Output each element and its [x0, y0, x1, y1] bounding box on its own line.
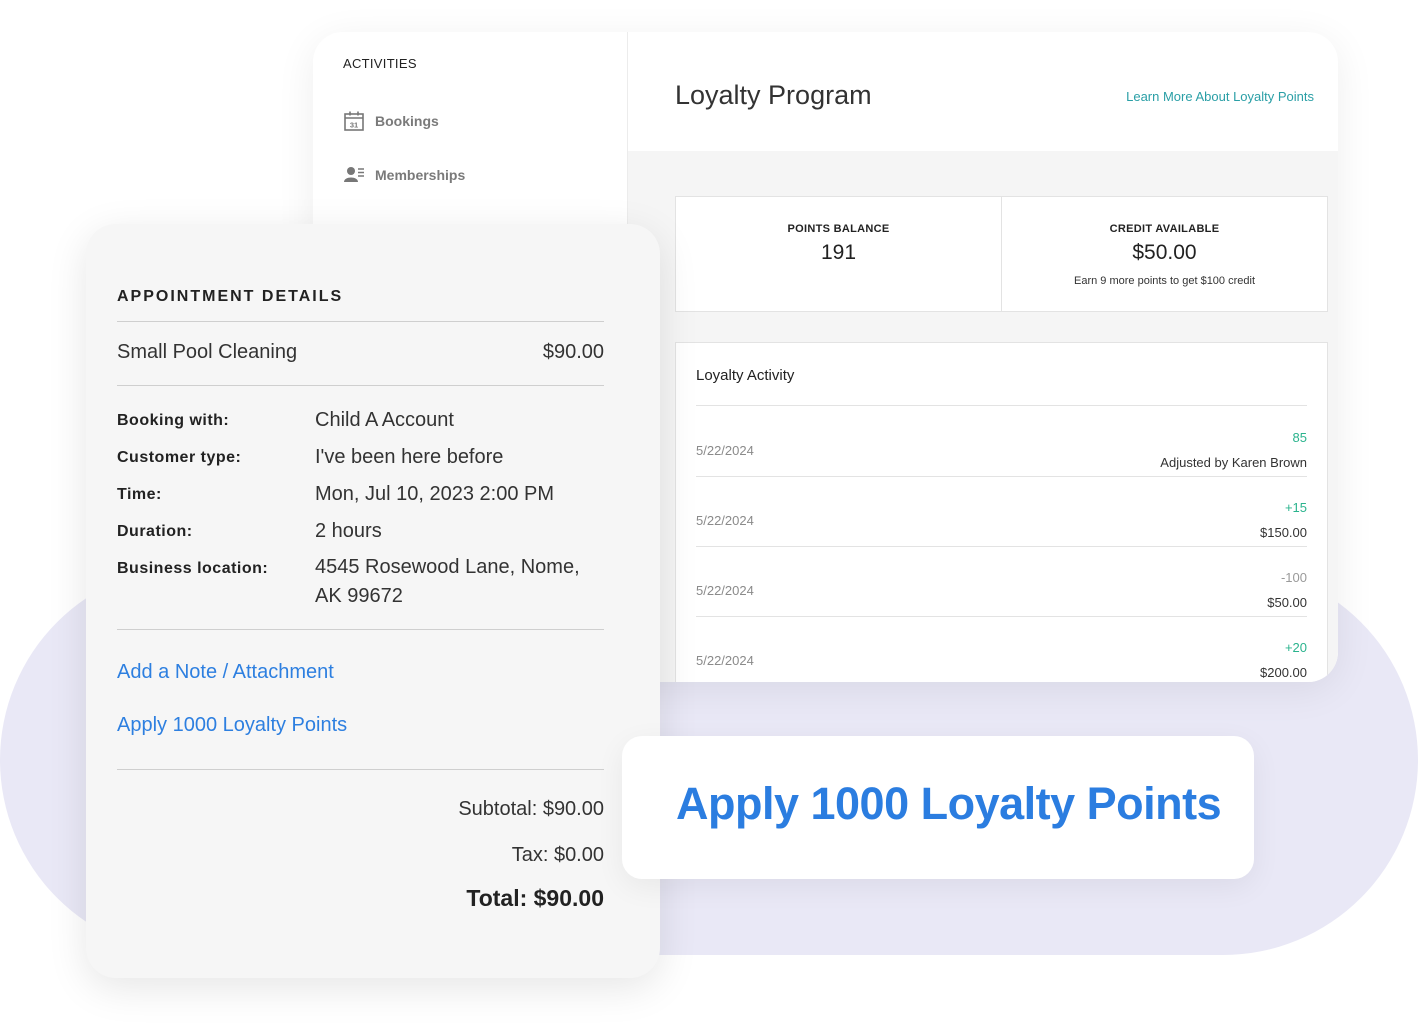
activity-date: 5/22/2024 [696, 583, 754, 598]
points-balance-value: 191 [820, 241, 857, 264]
loyalty-main: Loyalty Program Learn More About Loyalty… [628, 32, 1338, 682]
divider [117, 385, 604, 386]
loyalty-stats: POINTS BALANCE 191 CREDIT AVAILABLE $50.… [675, 196, 1328, 312]
detail-label-duration: Duration: [117, 523, 193, 540]
callout-text: Apply 1000 Loyalty Points [676, 778, 1222, 829]
credit-available-stat: CREDIT AVAILABLE $50.00 Earn 9 more poin… [1001, 197, 1327, 311]
svg-text:31: 31 [350, 121, 358, 130]
activity-description: $50.00 [1267, 595, 1307, 610]
detail-value-duration: 2 hours [315, 520, 382, 542]
calendar-icon: 31 [343, 110, 365, 132]
activity-date: 5/22/2024 [696, 653, 754, 668]
activity-description: $150.00 [1260, 525, 1307, 540]
add-note-link[interactable]: Add a Note / Attachment [117, 661, 334, 684]
membership-icon [343, 164, 365, 186]
appointment-heading: APPOINTMENT DETAILS [117, 288, 344, 305]
credit-available-value: $50.00 [1132, 241, 1197, 264]
divider [117, 629, 604, 630]
activity-description: Adjusted by Karen Brown [1160, 455, 1307, 470]
activity-points: +15 [1284, 500, 1307, 515]
credit-note: Earn 9 more points to get $100 credit [1074, 275, 1255, 287]
activity-points: 85 [1292, 430, 1307, 445]
detail-label-business-location: Business location: [117, 560, 269, 577]
service-price: $90.00 [542, 341, 604, 363]
activity-description: $200.00 [1260, 665, 1307, 680]
page-title: Loyalty Program [675, 80, 872, 110]
apply-loyalty-points-link[interactable]: Apply 1000 Loyalty Points [117, 714, 347, 737]
sidebar-item-memberships[interactable]: Memberships [343, 164, 465, 186]
detail-value-time: Mon, Jul 10, 2023 2:00 PM [315, 483, 555, 505]
list-item: 5/22/2024 85 Adjusted by Karen Brown [696, 406, 1307, 477]
total: Total: $90.00 [466, 885, 604, 911]
detail-label-time: Time: [117, 486, 162, 503]
activity-points: -100 [1280, 570, 1307, 585]
activity-date: 5/22/2024 [696, 443, 754, 458]
activity-title: Loyalty Activity [696, 367, 795, 384]
sidebar-item-label: Memberships [375, 167, 466, 183]
divider [117, 321, 604, 322]
sidebar-item-bookings[interactable]: 31 Bookings [343, 110, 439, 132]
apply-points-callout: Apply 1000 Loyalty Points [622, 736, 1254, 879]
activity-points: +20 [1284, 640, 1307, 655]
list-item: 5/22/2024 -100 $50.00 [696, 546, 1307, 617]
activity-date: 5/22/2024 [696, 513, 754, 528]
credit-available-label: CREDIT AVAILABLE [1109, 223, 1220, 235]
detail-value-business-location: 4545 Rosewood Lane, Nome, AK 99672 [315, 556, 580, 607]
tax: Tax: $0.00 [511, 844, 604, 866]
detail-value-customer-type: I've been here before [315, 446, 504, 468]
detail-value-booking-with: Child A Account [315, 409, 454, 431]
sidebar-heading: ACTIVITIES [343, 56, 417, 71]
points-balance-stat: POINTS BALANCE 191 [676, 197, 1001, 311]
sidebar-item-label: Bookings [375, 113, 439, 129]
points-balance-label: POINTS BALANCE [787, 223, 890, 235]
loyalty-header: Loyalty Program Learn More About Loyalty… [628, 32, 1338, 151]
detail-label-booking-with: Booking with: [117, 412, 230, 429]
service-name: Small Pool Cleaning [117, 341, 298, 363]
list-item: 5/22/2024 +15 $150.00 [696, 476, 1307, 547]
loyalty-activity: Loyalty Activity 5/22/2024 85 Adjusted b… [675, 342, 1328, 682]
learn-more-link[interactable]: Learn More About Loyalty Points [1126, 89, 1314, 104]
list-item: 5/22/2024 +20 $200.00 [696, 616, 1307, 682]
appointment-details-card: APPOINTMENT DETAILS Small Pool Cleaning … [86, 224, 660, 978]
subtotal: Subtotal: $90.00 [458, 798, 604, 820]
divider [117, 769, 604, 770]
detail-label-customer-type: Customer type: [117, 449, 242, 466]
